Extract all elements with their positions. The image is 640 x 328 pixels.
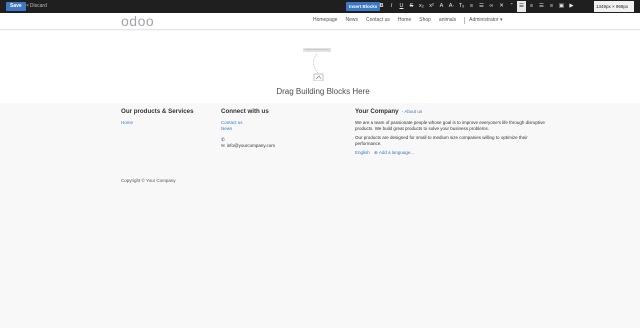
unordered-list-icon[interactable]: ≡ <box>467 1 476 12</box>
main-nav: Homepage News Contact us Home Shop anima… <box>313 17 511 24</box>
nav-news[interactable]: News <box>345 17 358 24</box>
superscript-icon[interactable]: x² <box>427 1 436 12</box>
company-heading: Your Company - About us <box>355 108 545 116</box>
add-language-link[interactable]: ⊕ Add a language... <box>374 150 414 155</box>
link-icon[interactable]: ∞ <box>487 1 496 12</box>
align-right-icon[interactable]: ☰ <box>537 1 546 12</box>
drag-blocks-icon <box>303 48 331 81</box>
strikethrough-icon[interactable]: S <box>407 1 416 12</box>
user-menu[interactable]: Administrator ▾ <box>464 17 503 24</box>
nav-home[interactable]: Home <box>398 17 411 24</box>
language-current[interactable]: English <box>355 150 370 155</box>
font-color-icon[interactable]: A <box>437 1 446 12</box>
quote-icon[interactable]: ” <box>507 1 516 12</box>
save-button[interactable]: Save <box>6 2 26 11</box>
footer-company: Your Company - About us We are a team of… <box>355 108 545 156</box>
font-size-icon[interactable]: A· <box>447 1 456 12</box>
image-icon[interactable]: ▣ <box>557 1 566 12</box>
products-heading: Our products & Services <box>121 108 194 115</box>
footer-link-news[interactable]: News <box>221 126 275 132</box>
footer-connect: Connect with us Contact us News ✆ ✉ info… <box>221 108 275 149</box>
unlink-icon[interactable]: ✕ <box>497 1 506 12</box>
editor-toolbar: Save ×Discard Insert Blocks B I U Sx₂ x² A A· T… <box>0 0 640 13</box>
discard-button[interactable]: ×Discard <box>26 2 47 11</box>
language-row: English ⊕ Add a language... <box>355 150 545 156</box>
add-language-label: Add a language... <box>378 150 415 155</box>
drag-blocks-hint: Drag Building Blocks Here <box>276 87 370 96</box>
video-icon[interactable]: ▶ <box>567 1 576 12</box>
nav-homepage[interactable]: Homepage <box>313 17 337 24</box>
email-row: ✉ info@yourcompany.com <box>221 143 275 149</box>
caret-down-icon: ▾ <box>500 17 503 23</box>
clear-format-icon[interactable]: Tₓ <box>457 1 466 12</box>
site-header: odoo Homepage News Contact us Home Shop … <box>0 13 640 30</box>
company-title: Your Company <box>355 108 399 115</box>
bold-icon[interactable]: B <box>377 1 386 12</box>
user-name: Administrator <box>469 17 499 23</box>
company-products-text: Our products are designed for small to m… <box>355 135 528 146</box>
discard-label: Discard <box>29 3 47 9</box>
connect-heading: Connect with us <box>221 108 269 115</box>
insert-blocks-button[interactable]: Insert Blocks <box>346 2 381 11</box>
size-readout[interactable]: 1349px × 968px <box>594 1 634 12</box>
envelope-icon: ✉ <box>221 143 225 148</box>
drop-zone[interactable]: Drag Building Blocks Here <box>0 31 640 103</box>
about-us-link[interactable]: - About us <box>401 109 423 114</box>
ordered-list-icon[interactable]: ☰ <box>477 1 486 12</box>
copyright: Copyright © Your Company <box>121 178 176 183</box>
align-center-icon[interactable]: ≡ <box>527 1 536 12</box>
email-text[interactable]: info@yourcompany.com <box>227 143 275 149</box>
site-footer: Our products & Services Home Connect wit… <box>0 104 640 328</box>
about-us-label: About us <box>404 109 423 114</box>
nav-shop[interactable]: Shop <box>419 17 431 24</box>
justify-icon[interactable]: ≡ <box>547 1 556 12</box>
footer-link-home[interactable]: Home <box>121 120 194 126</box>
nav-animals[interactable]: animals <box>439 17 456 24</box>
italic-icon[interactable]: I <box>387 1 396 12</box>
underline-icon[interactable]: U <box>397 1 406 12</box>
subscript-icon[interactable]: x₂ <box>417 1 426 12</box>
footer-products: Our products & Services Home <box>121 108 194 126</box>
align-left-icon[interactable]: ☰ <box>517 1 526 12</box>
format-toolbar: B I U Sx₂ x² A A· Tₓ ≡ ☰ ∞ ✕” ☰ ≡ ☰ ≡ ▣ ▶ <box>377 1 576 12</box>
odoo-logo[interactable]: odoo <box>121 13 154 29</box>
close-icon: × <box>26 3 29 9</box>
nav-contact-us[interactable]: Contact us <box>366 17 390 24</box>
plus-circle-icon: ⊕ <box>374 150 378 155</box>
company-description: We are a team of passionate people whose… <box>355 120 545 131</box>
